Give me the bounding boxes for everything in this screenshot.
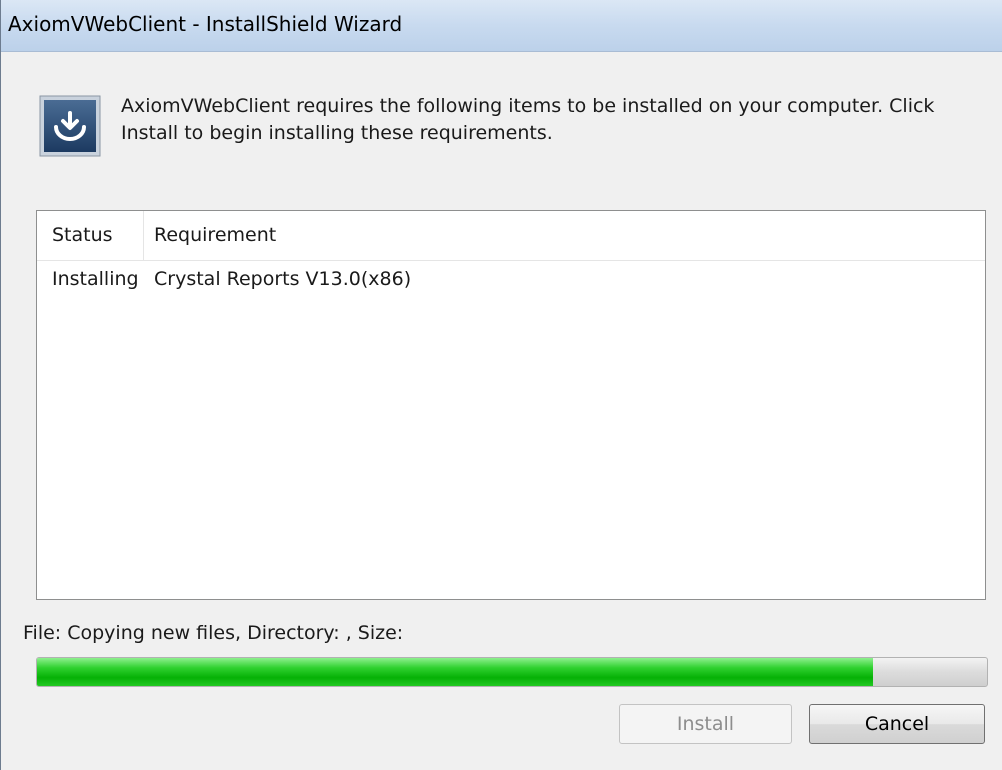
row-requirement: Crystal Reports V13.0(x86) <box>154 268 412 290</box>
title-bar[interactable]: AxiomVWebClient - InstallShield Wizard <box>1 0 1002 52</box>
installer-icon <box>39 95 101 157</box>
cancel-button[interactable]: Cancel <box>809 704 985 744</box>
header-message: AxiomVWebClient requires the following i… <box>121 95 935 144</box>
requirements-list[interactable]: Status Requirement Installing Crystal Re… <box>36 210 986 600</box>
row-status: Installing <box>52 268 139 290</box>
list-row[interactable]: Installing Crystal Reports V13.0(x86) <box>37 264 985 304</box>
progress-fill <box>37 658 873 686</box>
install-button[interactable]: Install <box>619 704 792 744</box>
installer-window: AxiomVWebClient - InstallShield Wizard A… <box>0 0 1002 770</box>
file-status-text: File: Copying new files, Directory: , Si… <box>23 622 404 644</box>
progress-bar <box>36 657 988 687</box>
column-header-status[interactable]: Status <box>37 211 144 260</box>
column-header-requirement[interactable]: Requirement <box>144 211 984 260</box>
window-title: AxiomVWebClient - InstallShield Wizard <box>8 12 403 36</box>
list-header: Status Requirement <box>37 211 985 261</box>
